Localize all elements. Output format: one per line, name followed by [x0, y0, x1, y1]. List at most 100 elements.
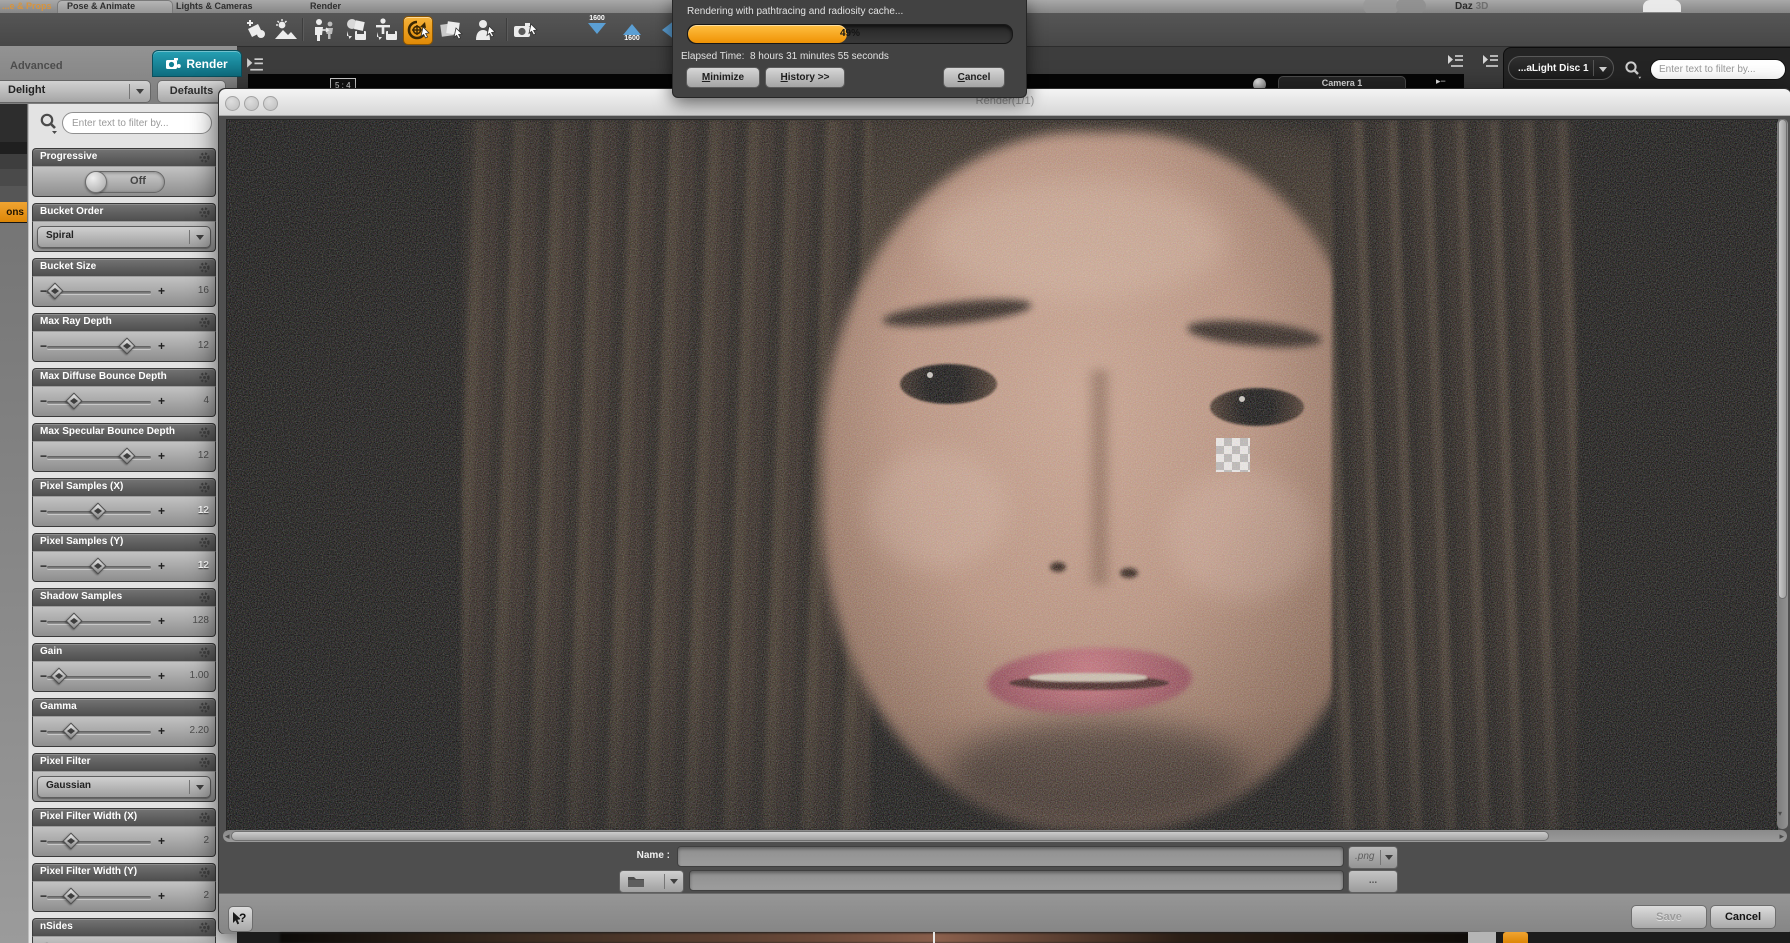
slider-track[interactable]	[47, 346, 151, 349]
surface-selection-icon[interactable]	[438, 16, 466, 43]
slider-knob[interactable]	[65, 612, 83, 630]
slider-knob[interactable]	[62, 722, 80, 740]
node-selection-icon[interactable]	[472, 16, 500, 43]
setting-header: Max Diffuse Bounce Depth	[32, 368, 216, 386]
save-pose-icon[interactable]	[372, 16, 400, 43]
slider-increment[interactable]: +	[158, 834, 165, 848]
save-button[interactable]: Save	[1631, 905, 1707, 929]
setting-panel-gain: Gain − +1.00	[32, 643, 216, 692]
bottom-viewport-strip	[237, 932, 1790, 943]
left-strip-item[interactable]	[0, 104, 27, 143]
format-dropdown[interactable]: .png	[1348, 846, 1398, 869]
slider-increment[interactable]: +	[158, 724, 165, 738]
vertical-scrollbar[interactable]	[1777, 119, 1788, 829]
defaults-button[interactable]: Defaults	[157, 80, 226, 103]
setting-label: Progressive	[40, 151, 98, 162]
setting-header: Gamma	[32, 698, 216, 716]
left-strip-item[interactable]	[0, 169, 27, 187]
menu-render[interactable]: Render	[310, 1, 341, 11]
advanced-tab-label[interactable]: Advanced	[10, 60, 63, 72]
light-filter-input[interactable]	[1650, 59, 1786, 80]
tab-render[interactable]: Render	[152, 50, 242, 77]
slider-track[interactable]	[47, 401, 151, 404]
environment-icon[interactable]	[272, 16, 300, 43]
menu-lights-cameras[interactable]: Lights & Cameras	[176, 1, 253, 11]
panel-options-icon[interactable]	[1482, 53, 1499, 71]
slider-knob[interactable]	[65, 392, 83, 410]
slider-increment[interactable]: +	[158, 449, 165, 463]
slider-knob[interactable]	[118, 337, 136, 355]
save-shapes-icon[interactable]	[342, 16, 370, 43]
cancel-button[interactable]: Cancel	[1710, 905, 1776, 929]
setting-label: nSides	[40, 921, 73, 932]
left-strip-item-active[interactable]: ons	[0, 202, 27, 223]
history-button[interactable]: History >>	[765, 67, 845, 88]
panel-options-icon[interactable]	[246, 56, 264, 80]
minimize-button[interactable]: Minimize	[686, 67, 760, 88]
settings-filter-input[interactable]	[62, 112, 212, 134]
active-pan-tool-icon[interactable]	[403, 16, 433, 45]
setting-dropdown[interactable]: Spiral	[37, 226, 211, 248]
setting-dropdown[interactable]: Gaussian	[37, 776, 211, 798]
left-strip-item[interactable]	[0, 154, 27, 170]
camera-selection-icon[interactable]	[512, 16, 540, 43]
slider-increment[interactable]: +	[158, 559, 165, 573]
toggle-knob[interactable]	[85, 171, 107, 193]
slider-knob[interactable]	[50, 667, 68, 685]
resolution-up-button[interactable]: 1600	[615, 15, 649, 45]
browse-button[interactable]: ...	[1348, 870, 1398, 893]
slider-knob[interactable]	[62, 887, 80, 905]
slider-knob[interactable]	[89, 557, 107, 575]
slider-decrement[interactable]: −	[40, 834, 47, 848]
viewport-corner-icon[interactable]: ▸−	[1436, 76, 1446, 87]
fit-figures-icon[interactable]	[311, 16, 339, 43]
slider-knob[interactable]	[89, 502, 107, 520]
slider-decrement[interactable]: −	[40, 889, 47, 903]
slider-decrement[interactable]: −	[40, 504, 47, 518]
daz-logo: Daz 3D	[1455, 1, 1489, 12]
left-strip-item[interactable]	[0, 186, 27, 203]
slider-knob[interactable]	[118, 447, 136, 465]
slider-increment[interactable]: +	[158, 284, 165, 298]
scroll-left-arrow[interactable]: ◂	[225, 831, 230, 842]
menu-figures-props[interactable]: ...e & Props	[2, 1, 52, 11]
slider-increment[interactable]: +	[158, 504, 165, 518]
slider-decrement[interactable]: −	[40, 559, 47, 573]
cancel-render-button[interactable]: Cancel	[943, 67, 1005, 88]
search-icon[interactable]	[1623, 60, 1643, 85]
slider-decrement[interactable]: −	[40, 724, 47, 738]
slider-increment[interactable]: +	[158, 614, 165, 628]
toggle-switch[interactable]: Off	[85, 171, 165, 193]
render-name-input[interactable]	[677, 846, 1344, 867]
slider-decrement[interactable]: −	[40, 339, 47, 353]
menu-pose-animate[interactable]: Pose & Animate	[67, 1, 135, 11]
panel-options-icon[interactable]	[1447, 53, 1464, 71]
slider-decrement[interactable]: −	[40, 669, 47, 683]
light-selector-dropdown[interactable]: ...aLight Disc 1	[1508, 56, 1614, 80]
slider-decrement[interactable]: −	[40, 449, 47, 463]
resolution-down-button[interactable]: 1600	[580, 15, 614, 45]
blue-down-arrow-icon	[588, 23, 606, 43]
render-engine-dropdown[interactable]: Delight	[0, 80, 151, 103]
slider-increment[interactable]: +	[158, 394, 165, 408]
new-spotlight-icon[interactable]	[242, 16, 270, 43]
folder-button[interactable]	[619, 870, 684, 893]
slider-increment[interactable]: +	[158, 669, 165, 683]
horizontal-scrollbar[interactable]: ◂ ▸	[223, 830, 1787, 842]
scroll-right-arrow[interactable]: ▸	[1779, 831, 1784, 842]
render-path-input[interactable]	[689, 870, 1344, 891]
slider-decrement[interactable]: −	[40, 614, 47, 628]
slider-track[interactable]	[47, 621, 151, 624]
vertical-scroll-thumb[interactable]	[1778, 119, 1787, 599]
slider-knob[interactable]	[62, 832, 80, 850]
slider-knob[interactable]	[46, 282, 64, 300]
scroll-down-arrow[interactable]: ▾	[1778, 809, 1782, 818]
slider-increment[interactable]: +	[158, 889, 165, 903]
slider-decrement[interactable]: −	[40, 394, 47, 408]
save-name-panel: Name : .png ...	[219, 843, 1790, 893]
slider-track[interactable]	[47, 456, 151, 459]
search-icon[interactable]	[38, 112, 60, 141]
horizontal-scroll-thumb[interactable]	[231, 831, 1549, 841]
slider-increment[interactable]: +	[158, 339, 165, 353]
help-button[interactable]: ?	[228, 906, 253, 932]
